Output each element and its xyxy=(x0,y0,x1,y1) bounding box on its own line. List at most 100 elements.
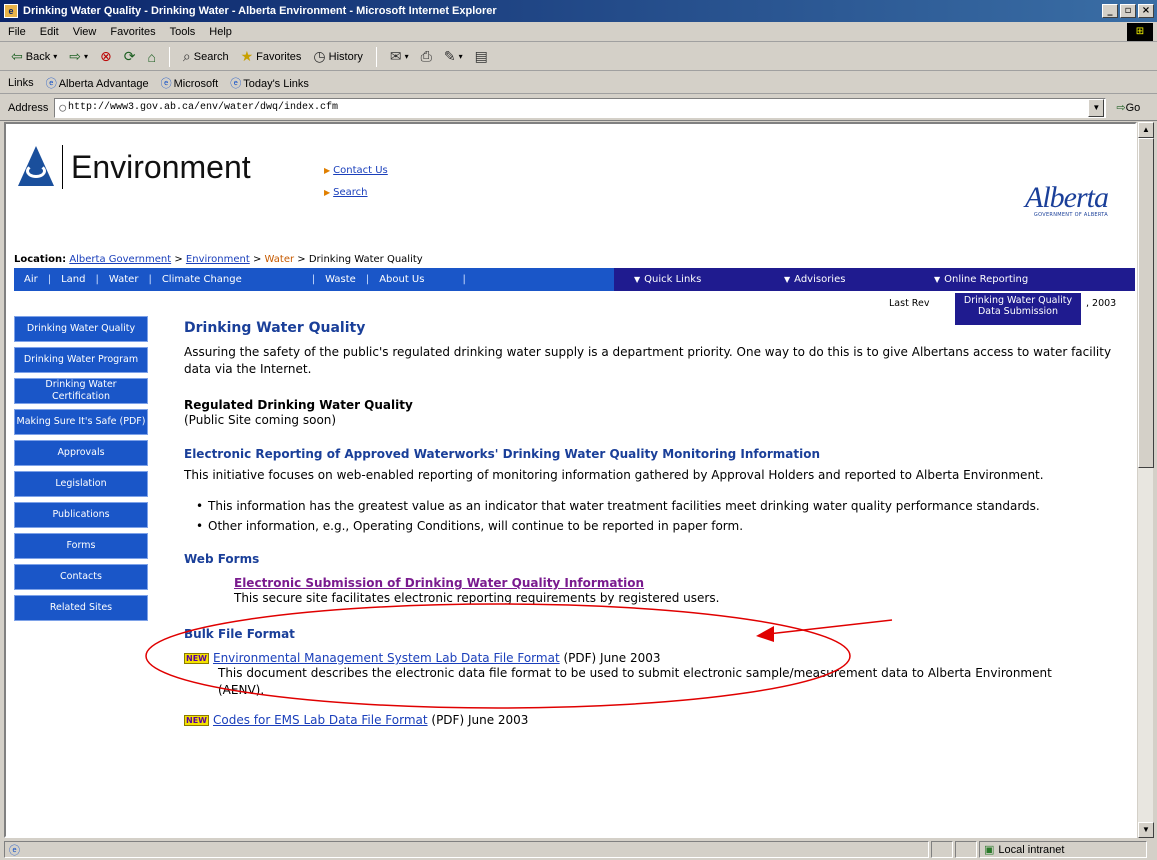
bulk-item-1: NEW Environmental Management System Lab D… xyxy=(184,651,1114,699)
search-link[interactable]: Search xyxy=(333,187,367,198)
vertical-scrollbar[interactable]: ▲ ▼ xyxy=(1137,122,1154,838)
stop-icon: ⊗ xyxy=(99,48,112,64)
sidebar-item-publications[interactable]: Publications xyxy=(14,502,148,528)
nav-quick-links[interactable]: ▼ Quick Links xyxy=(614,274,764,285)
sidebar-item-related-sites[interactable]: Related Sites xyxy=(14,595,148,621)
history-icon: ◷ xyxy=(313,48,326,64)
address-url: http://www3.gov.ab.ca/env/water/dwq/inde… xyxy=(67,102,339,113)
sidebar-item-contacts[interactable]: Contacts xyxy=(14,564,148,590)
links-label: Links xyxy=(8,76,34,89)
home-button[interactable]: ⌂ xyxy=(144,49,158,65)
link-microsoft[interactable]: ⓔ Microsoft xyxy=(161,75,219,91)
sidebar-item-drinking-water-quality[interactable]: Drinking Water Quality xyxy=(14,316,148,342)
address-input[interactable]: ◯ http://www3.gov.ab.ca/env/water/dwq/in… xyxy=(54,97,1107,118)
standard-toolbar: ⇦ Back ▾ ⇨ ▾ ⊗ ⟳ ⌂ ⌕ Search ★ Favorites ◷ Hist… xyxy=(0,43,1157,71)
sidebar-item-legislation[interactable]: Legislation xyxy=(14,471,148,497)
favorites-label: Favorites xyxy=(256,50,302,63)
ems-codes-link[interactable]: Codes for EMS Lab Data File Format xyxy=(213,713,428,727)
intranet-icon: ▣ xyxy=(984,844,995,856)
breadcrumb-environment[interactable]: Environment xyxy=(186,254,250,265)
bulk-item-2: NEW Codes for EMS Lab Data File Format (P… xyxy=(184,713,1114,727)
breadcrumb-sep: > xyxy=(297,254,306,265)
mail-button[interactable]: ✉ ▾ xyxy=(387,48,412,65)
nav-climate-change[interactable]: Climate Change xyxy=(152,274,312,285)
nav-online-reporting[interactable]: ▼ Online Reporting xyxy=(914,274,1064,285)
go-arrow-icon: ⇨ xyxy=(1116,102,1126,114)
search-button[interactable]: ⌕ Search xyxy=(180,48,232,65)
nav-about-us[interactable]: About Us xyxy=(369,274,462,285)
nav-dropdown-label: Online Reporting xyxy=(944,274,1029,285)
maximize-button[interactable]: ▫ xyxy=(1120,4,1136,18)
site-brand: Environment xyxy=(71,148,251,185)
menu-tools[interactable]: Tools xyxy=(170,26,196,38)
print-button[interactable]: ⎙ xyxy=(418,48,435,65)
sidebar-item-making-sure-its-safe[interactable]: Making Sure It's Safe (PDF) xyxy=(14,409,148,435)
nav-advisories[interactable]: ▼ Advisories xyxy=(764,274,914,285)
refresh-button[interactable]: ⟳ xyxy=(121,48,139,65)
intro-text: Assuring the safety of the public's regu… xyxy=(184,345,1112,376)
history-button[interactable]: ◷ History xyxy=(310,48,365,65)
dropdown-arrow-icon: ▼ xyxy=(784,275,791,284)
alberta-wordmark: Alberta xyxy=(1025,181,1109,214)
stop-button[interactable]: ⊗ xyxy=(97,48,115,65)
arrow-icon: ▶ xyxy=(324,166,331,175)
back-arrow-icon: ⇦ xyxy=(11,48,23,64)
ems-lab-data-format-link[interactable]: Environmental Management System Lab Data… xyxy=(213,651,560,665)
menu-view[interactable]: View xyxy=(73,26,97,38)
menu-file[interactable]: File xyxy=(8,26,26,38)
go-label: Go xyxy=(1125,102,1141,114)
electronic-submission-link[interactable]: Electronic Submission of Drinking Water … xyxy=(234,576,644,590)
sidebar-item-forms[interactable]: Forms xyxy=(14,533,148,559)
mail-dropdown-icon: ▾ xyxy=(404,52,409,61)
ie-page-icon: ⓔ xyxy=(45,77,57,90)
contact-us-link[interactable]: Contact Us xyxy=(333,165,388,176)
new-badge-icon: NEW xyxy=(184,715,209,726)
info-list: This information has the greatest value … xyxy=(196,498,1114,534)
bulk-file-format-heading: Bulk File Format xyxy=(184,627,295,641)
favorites-button[interactable]: ★ Favorites xyxy=(238,48,305,65)
close-button[interactable]: × xyxy=(1138,4,1154,18)
scroll-up-button[interactable]: ▲ xyxy=(1138,122,1154,138)
nav-waste[interactable]: Waste xyxy=(315,274,366,285)
electronic-reporting-text: This initiative focuses on web-enabled r… xyxy=(184,468,1044,482)
edit-button[interactable]: ✎ ▾ xyxy=(441,48,466,65)
discuss-button[interactable]: ▤ xyxy=(472,48,491,65)
breadcrumb: Location: Alberta Government > Environme… xyxy=(14,254,423,265)
toolbar-separator xyxy=(168,46,170,67)
back-button[interactable]: ⇦ Back ▾ xyxy=(8,48,60,65)
sidebar-item-approvals[interactable]: Approvals xyxy=(14,440,148,466)
windows-logo-icon: ⊞ xyxy=(1127,23,1153,41)
alberta-logo[interactable]: Alberta GOVERNMENT OF ALBERTA xyxy=(1025,181,1109,219)
breadcrumb-sep: > xyxy=(174,254,183,265)
last-revised-year: , 2003 xyxy=(1086,298,1117,309)
regulated-heading: Regulated Drinking Water Quality xyxy=(184,398,413,412)
menu-favorites[interactable]: Favorites xyxy=(110,26,155,38)
nav-water[interactable]: Water xyxy=(99,274,149,285)
scroll-down-button[interactable]: ▼ xyxy=(1138,822,1154,838)
sidebar-item-drinking-water-certification[interactable]: Drinking Water Certification xyxy=(14,378,148,404)
window-titlebar: e Drinking Water Quality - Drinking Wate… xyxy=(0,0,1157,22)
nav-dropdown-group: ▼ Quick Links ▼ Advisories ▼ Online Reporti… xyxy=(614,268,1135,291)
address-dropdown-button[interactable]: ▼ xyxy=(1088,98,1105,117)
minimize-button[interactable]: _ xyxy=(1102,4,1118,18)
dropdown-arrow-icon: ▼ xyxy=(634,275,641,284)
forward-arrow-icon: ⇨ xyxy=(69,48,81,64)
menu-help[interactable]: Help xyxy=(209,26,232,38)
last-revised: Last Rev xyxy=(889,298,930,309)
link-alberta-advantage[interactable]: ⓔ Alberta Advantage xyxy=(46,75,149,91)
go-button[interactable]: ⇨Go xyxy=(1116,101,1140,114)
breadcrumb-water[interactable]: Water xyxy=(265,254,295,265)
environment-logo[interactable]: Environment xyxy=(16,144,251,190)
forward-button[interactable]: ⇨ ▾ xyxy=(66,48,91,65)
links-bar: Links ⓔ Alberta Advantage ⓔ Microsoft ⓔ Tod… xyxy=(0,72,1157,94)
status-text: ⓔ xyxy=(4,841,929,858)
breadcrumb-alberta-government[interactable]: Alberta Government xyxy=(69,254,171,265)
nav-air[interactable]: Air xyxy=(14,274,48,285)
breadcrumb-current: Drinking Water Quality xyxy=(308,254,423,265)
nav-land[interactable]: Land xyxy=(51,274,95,285)
scroll-thumb[interactable] xyxy=(1138,138,1154,468)
menu-edit[interactable]: Edit xyxy=(40,26,59,38)
environment-logo-icon xyxy=(16,144,56,190)
link-todays-links[interactable]: ⓔ Today's Links xyxy=(230,75,309,91)
sidebar-item-drinking-water-program[interactable]: Drinking Water Program xyxy=(14,347,148,373)
